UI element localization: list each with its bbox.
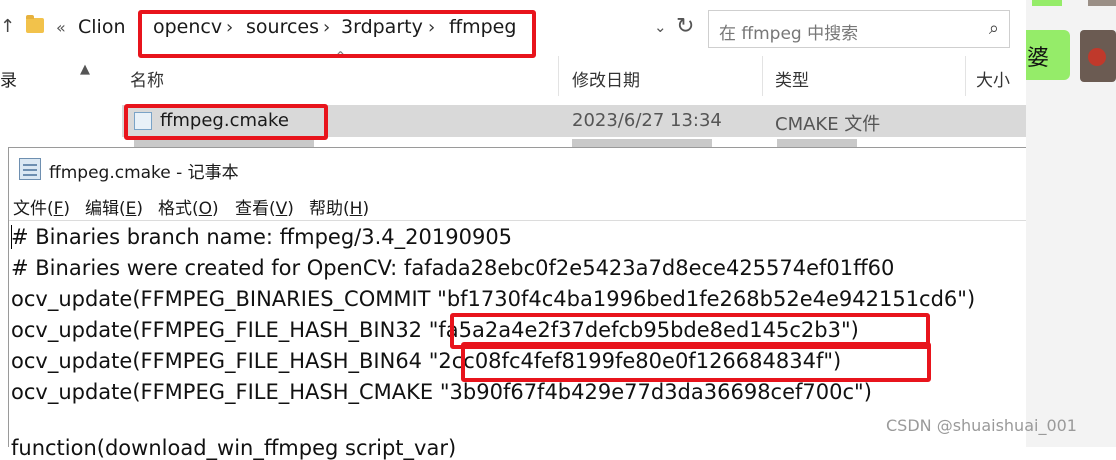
avatar-partial bbox=[1088, 0, 1116, 6]
notepad-window: ffmpeg.cmake - 记事本 文件(F) 编辑(E) 格式(O) 查看(… bbox=[8, 147, 1026, 460]
menu-help[interactable]: 帮助(H) bbox=[309, 194, 369, 219]
breadcrumb-overflow[interactable]: « bbox=[56, 18, 66, 37]
column-header-type[interactable]: 类型 bbox=[775, 66, 809, 91]
column-header-name[interactable]: 名称 bbox=[130, 66, 164, 91]
file-type: CMAKE 文件 bbox=[775, 114, 881, 135]
menu-edit-label: 编辑 bbox=[85, 199, 119, 219]
column-header-modified[interactable]: 修改日期 bbox=[572, 66, 640, 91]
up-arrow-icon[interactable]: ↑ bbox=[0, 16, 15, 37]
menu-help-label: 帮助 bbox=[309, 199, 343, 219]
menu-bar: 文件(F) 编辑(E) 格式(O) 查看(V) 帮助(H) bbox=[9, 190, 1026, 220]
folder-icon bbox=[26, 15, 44, 33]
highlight-hash-bin64 bbox=[461, 342, 931, 382]
obscured-text bbox=[777, 139, 857, 147]
chat-bubble-text: 婆 bbox=[1027, 46, 1050, 71]
column-divider[interactable] bbox=[965, 56, 966, 96]
menu-format[interactable]: 格式(O) bbox=[158, 194, 219, 219]
menu-file-key: F bbox=[53, 199, 64, 219]
nav-pane-label: 录 bbox=[0, 71, 17, 91]
obscured-text bbox=[134, 139, 314, 147]
breadcrumb-clion[interactable]: Clion bbox=[78, 16, 126, 38]
code-line: ocv_update(FFMPEG_FILE_HASH_CMAKE "3b90f… bbox=[11, 380, 872, 404]
avatar[interactable] bbox=[1080, 30, 1116, 82]
code-line: ocv_update(FFMPEG_BINARIES_COMMIT "bf173… bbox=[11, 287, 976, 311]
address-dropdown-icon[interactable]: ⌄ bbox=[654, 18, 667, 36]
menu-file-label: 文件 bbox=[13, 199, 47, 219]
notepad-titlebar[interactable]: ffmpeg.cmake - 记事本 bbox=[9, 148, 1026, 190]
menu-help-key: H bbox=[349, 199, 363, 219]
column-divider[interactable] bbox=[762, 56, 763, 96]
code-line: function(download_win_ffmpeg script_var) bbox=[11, 436, 457, 460]
menu-edit[interactable]: 编辑(E) bbox=[85, 194, 143, 219]
window-title: ffmpeg.cmake - 记事本 bbox=[49, 163, 239, 183]
menu-format-label: 格式 bbox=[158, 199, 192, 219]
menu-format-key: O bbox=[198, 199, 213, 219]
search-icon[interactable]: ⌕ bbox=[989, 18, 999, 39]
menu-edit-key: E bbox=[125, 199, 137, 219]
column-header-size[interactable]: 大小 bbox=[976, 66, 1010, 91]
highlight-breadcrumb bbox=[138, 10, 536, 58]
menu-view[interactable]: 查看(V) bbox=[235, 194, 294, 219]
watermark: CSDN @shuaishuai_001 bbox=[886, 416, 1077, 435]
obscured-text bbox=[572, 139, 712, 147]
code-line: # Binaries branch name: ffmpeg/3.4_20190… bbox=[11, 225, 513, 249]
search-input[interactable]: 在 ffmpeg 中搜索 ⌕ bbox=[708, 10, 1010, 48]
notepad-icon bbox=[19, 158, 41, 180]
chat-bubble-partial bbox=[1032, 0, 1062, 6]
menu-view-key: V bbox=[275, 199, 288, 219]
highlight-filename bbox=[124, 104, 328, 140]
menu-view-label: 查看 bbox=[235, 199, 269, 219]
search-placeholder: 在 ffmpeg 中搜索 bbox=[719, 24, 859, 44]
refresh-icon[interactable]: ↻ bbox=[676, 14, 694, 39]
menu-file[interactable]: 文件(F) bbox=[13, 194, 70, 219]
column-divider[interactable] bbox=[558, 56, 559, 96]
file-modified: 2023/6/27 13:34 bbox=[572, 110, 722, 131]
code-line: # Binaries were created for OpenCV: fafa… bbox=[11, 256, 895, 280]
scroll-up-icon[interactable]: ▲ bbox=[80, 62, 90, 77]
